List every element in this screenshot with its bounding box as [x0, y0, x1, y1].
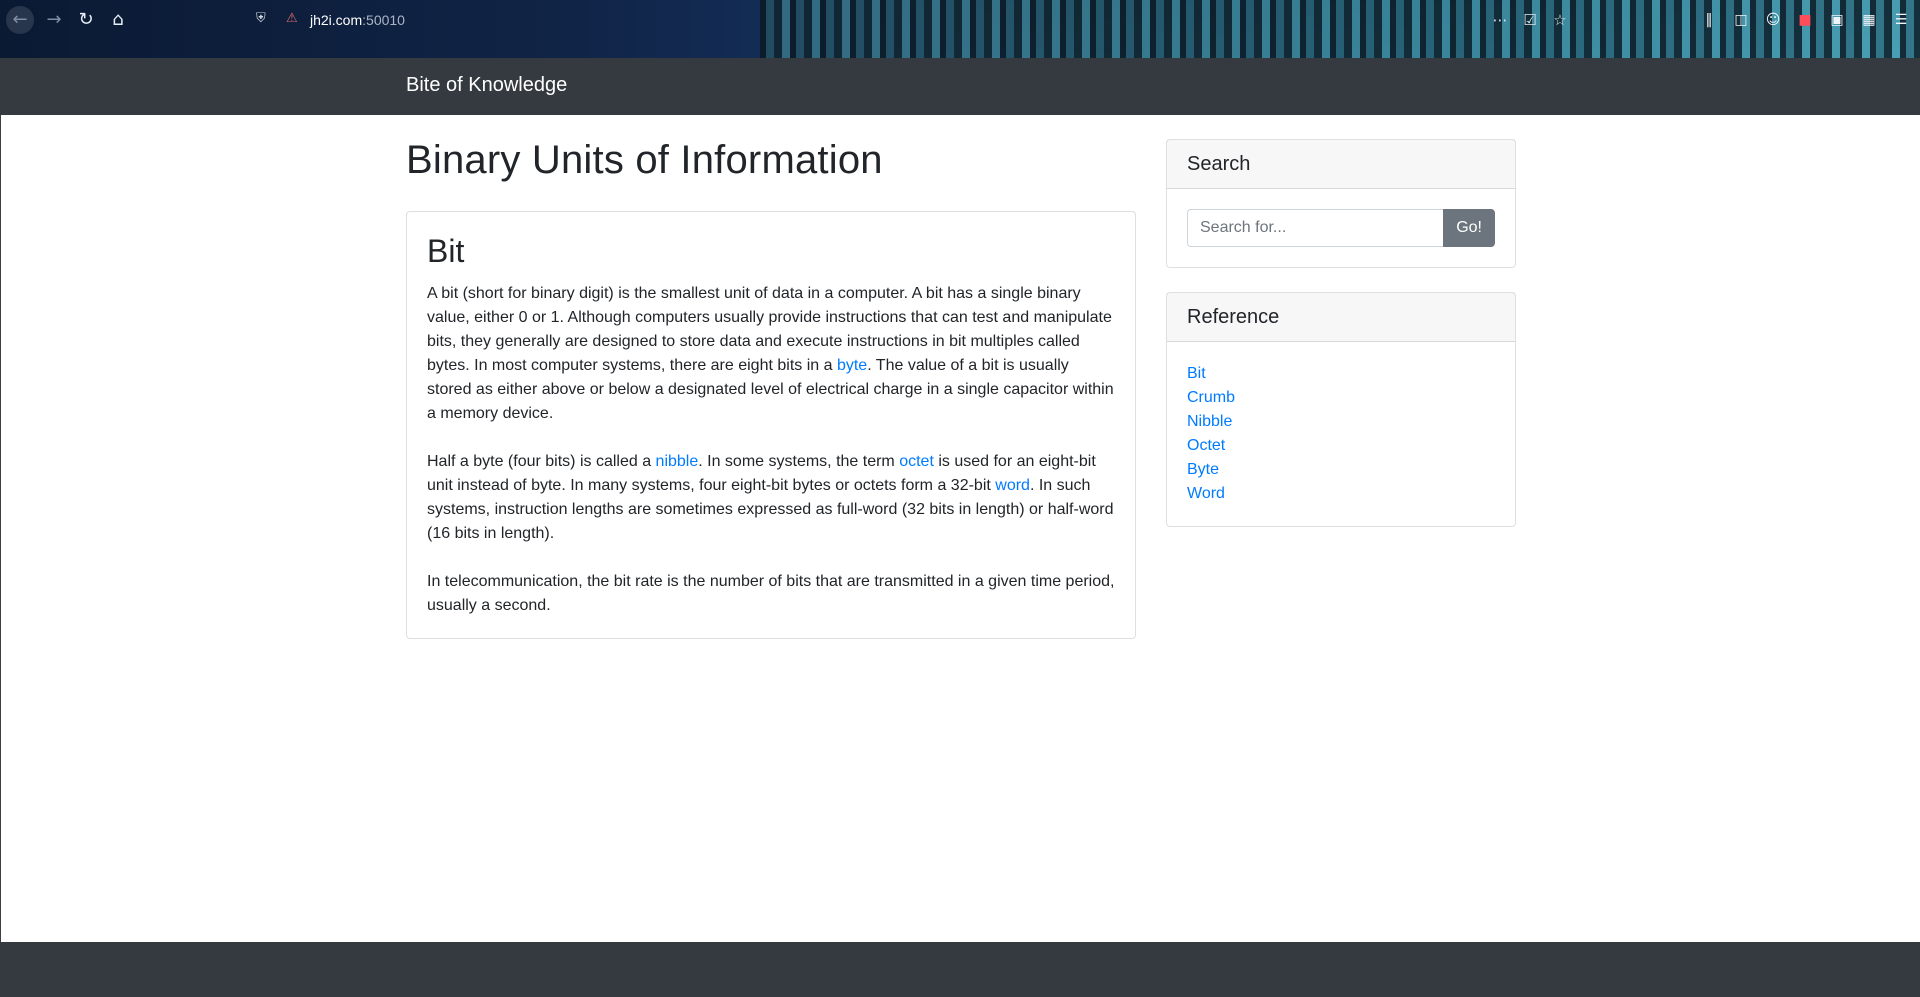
link-byte[interactable]: byte: [837, 357, 867, 374]
url-text[interactable]: jh2i.com:50010: [310, 12, 405, 28]
article-card: Bit A bit (short for binary digit) is th…: [406, 211, 1136, 639]
hamburger-menu-icon[interactable]: ☰: [1890, 6, 1912, 34]
site-navbar: Bite of Knowledge: [0, 58, 1920, 115]
reference-link-nibble[interactable]: Nibble: [1187, 413, 1232, 430]
window-edge: [0, 115, 1, 942]
library-icon[interactable]: ‖: [1698, 6, 1720, 34]
article-paragraph: A bit (short for binary digit) is the sm…: [427, 282, 1115, 426]
go-button[interactable]: Go!: [1443, 209, 1495, 247]
reload-icon[interactable]: ↻: [72, 6, 100, 34]
reference-card-header: Reference: [1167, 293, 1515, 342]
forward-arrow-icon[interactable]: →: [40, 6, 68, 34]
tracking-shield-icon[interactable]: ⛨: [256, 11, 270, 27]
reference-card-body: Bit Crumb Nibble Octet Byte Word: [1167, 342, 1515, 526]
url-host: jh2i.com: [310, 12, 363, 28]
reference-link-bit[interactable]: Bit: [1187, 365, 1206, 382]
list-item: Byte: [1187, 458, 1495, 482]
search-card-header: Search: [1167, 140, 1515, 189]
url-bar[interactable]: ⛨ ⚠ jh2i.com:50010: [250, 6, 1570, 34]
url-port: :50010: [362, 12, 405, 28]
site-footer: [0, 942, 1920, 997]
link-octet[interactable]: octet: [899, 453, 934, 470]
list-item: Crumb: [1187, 386, 1495, 410]
reference-link-crumb[interactable]: Crumb: [1187, 389, 1235, 406]
home-icon[interactable]: ⌂: [104, 6, 132, 34]
search-card-body: Go!: [1167, 189, 1515, 267]
s-extension-icon[interactable]: ▣: [1826, 6, 1848, 34]
extensions-icon[interactable]: ▦: [1858, 6, 1880, 34]
reference-link-octet[interactable]: Octet: [1187, 437, 1225, 454]
toolbar-right: ‖ ◫ ☺ ■ ▣ ▦ ☰: [1698, 6, 1912, 34]
article-paragraph: In telecommunication, the bit rate is th…: [427, 573, 1115, 615]
list-item: Word: [1187, 482, 1495, 506]
paragraph-text: Half a byte (four bits) is called a: [427, 453, 656, 471]
sidebar-icon[interactable]: ◫: [1730, 6, 1752, 34]
star-icon[interactable]: ☆: [1550, 6, 1570, 34]
navbar-brand[interactable]: Bite of Knowledge: [406, 74, 567, 97]
page-title: Binary Units of Information: [406, 138, 883, 182]
reference-link-word[interactable]: Word: [1187, 485, 1225, 502]
back-arrow-icon[interactable]: ←: [6, 6, 34, 34]
more-icon[interactable]: ⋯: [1490, 6, 1510, 34]
reference-link-byte[interactable]: Byte: [1187, 461, 1219, 478]
browser-toolbar: ← → ↻ ⌂ ⛨ ⚠ jh2i.com:50010 ⋯ ☑ ☆ ‖ ◫ ☺ ■…: [0, 0, 1920, 58]
reference-list: Bit Crumb Nibble Octet Byte Word: [1187, 362, 1495, 506]
red-extension-icon[interactable]: ■: [1794, 6, 1816, 34]
list-item: Bit: [1187, 362, 1495, 386]
pocket-icon[interactable]: ☑: [1520, 6, 1540, 34]
url-actions: ⋯ ☑ ☆: [1490, 6, 1570, 34]
search-input[interactable]: [1187, 209, 1444, 247]
reference-card: Reference Bit Crumb Nibble Octet Byte Wo…: [1166, 292, 1516, 527]
insecure-lock-icon[interactable]: ⚠: [286, 11, 300, 27]
article-title: Bit: [427, 233, 465, 269]
article-paragraph: Half a byte (four bits) is called a nibb…: [427, 450, 1115, 546]
list-item: Octet: [1187, 434, 1495, 458]
paragraph-text: . In some systems, the term: [698, 453, 900, 471]
search-card: Search Go!: [1166, 139, 1516, 268]
list-item: Nibble: [1187, 410, 1495, 434]
link-nibble[interactable]: nibble: [656, 453, 699, 470]
account-icon[interactable]: ☺: [1762, 6, 1784, 34]
link-word[interactable]: word: [995, 477, 1030, 494]
